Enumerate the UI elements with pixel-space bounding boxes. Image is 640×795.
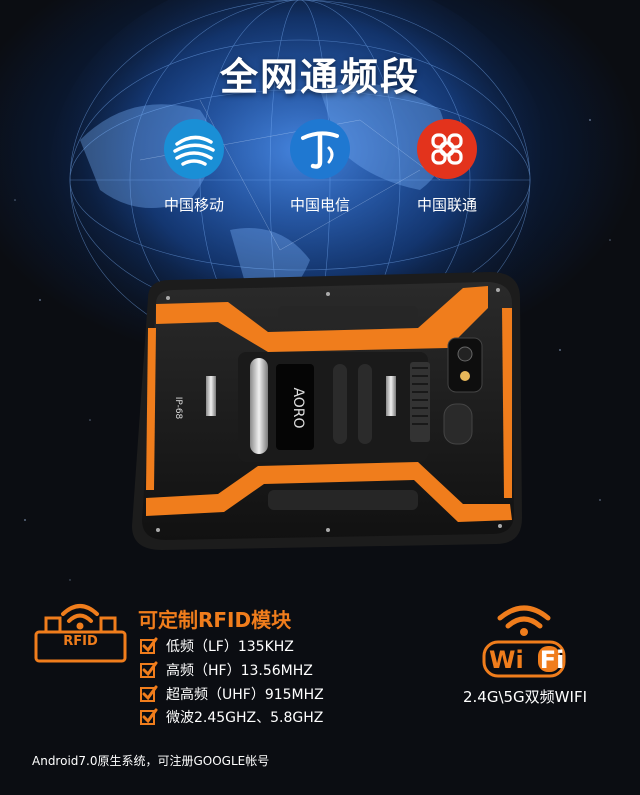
ip-rating-label: IP-68 [173, 397, 183, 420]
check-icon [140, 708, 158, 725]
footer-note: Android7.0原生系统，可注册GOOGLE帐号 [32, 754, 270, 768]
rfid-feature-text: 高频（HF）13.56MHZ [166, 663, 313, 679]
rfid-card-icon [34, 604, 127, 663]
page-title: 全网通频段 [219, 55, 420, 99]
rfid-feature: 高频（HF）13.56MHZ [140, 660, 313, 680]
carrier-name: 中国电信 [289, 196, 350, 214]
carrier-china-mobile: 中国移动 [139, 118, 249, 215]
china-mobile-icon [164, 119, 224, 179]
rfid-feature-text: 超高频（UHF）915MHZ [166, 687, 324, 703]
wifi-logo-icon: Wi Fi [482, 605, 566, 678]
rfid-badge-label: RFID [63, 634, 98, 649]
wifi-caption: 2.4G\5G双频WIFI [462, 688, 587, 706]
china-unicom-icon [417, 119, 477, 179]
carrier-china-unicom: 中国联通 [392, 118, 502, 215]
check-icon [140, 661, 158, 678]
wifi-logo-text: Wi Fi [489, 646, 564, 674]
carrier-china-telecom: 中国电信 [265, 118, 375, 215]
check-icon [140, 685, 158, 702]
rugged-tablet-image: AORO IP-68 [132, 272, 522, 550]
rfid-feature-text: 微波2.45GHZ、5.8GHZ [166, 710, 324, 726]
rfid-title: 可定制RFID模块 [138, 608, 292, 632]
china-telecom-icon [290, 119, 350, 179]
rfid-feature: 低频（LF）135KHZ [140, 636, 294, 656]
carrier-name: 中国联通 [416, 196, 477, 214]
brand-mark: AORO [290, 387, 306, 428]
rfid-feature: 微波2.45GHZ、5.8GHZ [140, 707, 323, 727]
carrier-name: 中国移动 [163, 196, 224, 214]
promo-page: 全网通频段 中国移动 中国电信 中国联通 AORO IP-68 RFID 可定制… [0, 0, 640, 795]
check-icon [140, 637, 158, 654]
rfid-feature-text: 低频（LF）135KHZ [166, 639, 294, 655]
rfid-feature: 超高频（UHF）915MHZ [140, 684, 324, 704]
